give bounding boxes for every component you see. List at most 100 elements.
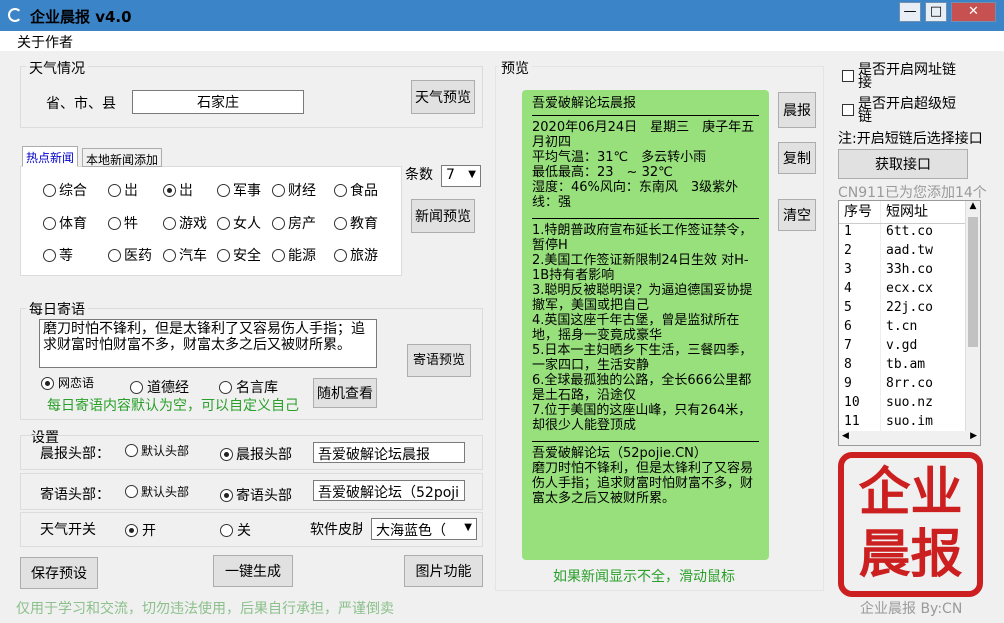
news-category-label: 岀 xyxy=(124,183,138,199)
news-category-label: 牪 xyxy=(124,216,138,232)
news-category-option[interactable]: 教育 xyxy=(334,213,378,233)
quote-header-custom-radio[interactable]: 寄语头部 xyxy=(220,485,292,505)
radio-icon xyxy=(108,183,121,197)
tab-local-news[interactable]: 本地新闻添加 xyxy=(82,148,163,167)
short-link-note: 注:开启短链后选择接口 xyxy=(838,131,983,147)
stamp-logo: 企业 晨报 xyxy=(838,452,983,597)
news-category-label: 食品 xyxy=(350,183,378,199)
random-view-button[interactable]: 随机查看 xyxy=(313,378,377,408)
scroll-right-icon[interactable]: ▶ xyxy=(970,431,977,445)
preview-news-line: 2.美国工作签证新限制24日生效 对H-1B持有者影响 xyxy=(532,253,749,283)
table-scrollbar[interactable]: ▲ xyxy=(965,201,980,445)
title-bar xyxy=(0,0,1004,31)
radio-icon xyxy=(43,216,56,230)
news-category-label: 汽车 xyxy=(179,248,207,264)
table-row[interactable]: 8 tb.am xyxy=(839,357,980,376)
table-row[interactable]: 2 aad.tw xyxy=(839,243,980,262)
news-category-option[interactable]: 牪 xyxy=(108,213,138,233)
news-category-option[interactable]: 食品 xyxy=(334,180,378,200)
row-index: 9 xyxy=(839,376,881,395)
quote-header-input[interactable]: 吾爱破解论坛（52poji xyxy=(313,480,465,501)
quote-textarea[interactable]: 磨刀时怕不锋利，但是太锋利了又容易伤人手指；追求财富时怕财富不多，财富太多之后又… xyxy=(39,319,377,368)
scroll-thumb[interactable] xyxy=(968,217,978,347)
table-row[interactable]: 3 33h.co xyxy=(839,262,980,281)
generate-button[interactable]: 一键生成 xyxy=(213,555,293,587)
checkbox-icon xyxy=(842,104,854,116)
table-row[interactable]: 10 suo.nz xyxy=(839,395,980,414)
short-link-table[interactable]: 序号 短网址 1 6tt.co 2 aad.tw 3 33h.co 4 ecx.cx 5 22j.… xyxy=(838,200,981,446)
table-row[interactable]: 5 22j.co xyxy=(839,300,980,319)
weather-group-title: 天气情况 xyxy=(26,58,88,78)
news-category-option[interactable]: 能源 xyxy=(272,245,316,265)
chevron-down-icon: ▼ xyxy=(468,169,476,180)
news-category-option[interactable]: 房产 xyxy=(272,213,316,233)
news-category-option[interactable]: 女人 xyxy=(217,213,261,233)
skin-select[interactable]: 大海蓝色（ ▼ xyxy=(371,518,477,540)
quote-option-1[interactable]: 道德经 xyxy=(130,377,189,397)
news-category-option[interactable]: 岀 xyxy=(108,180,138,200)
news-preview-button[interactable]: 新闻预览 xyxy=(411,199,475,233)
table-hscrollbar[interactable]: ◀ ▶ xyxy=(838,431,981,446)
weather-preview-button[interactable]: 天气预览 xyxy=(411,80,475,114)
radio-icon xyxy=(334,248,347,262)
scroll-up-icon[interactable]: ▲ xyxy=(966,201,980,215)
radio-icon xyxy=(220,447,233,461)
table-header: 序号 短网址 xyxy=(839,201,980,224)
header-input[interactable]: 吾爱破解论坛晨报 xyxy=(313,442,465,463)
news-category-option[interactable]: 财经 xyxy=(272,180,316,200)
disclaimer-text: 仅用于学习和交流，切勿违法使用，后果自行承担，严谨倒卖 xyxy=(16,601,394,617)
region-label: 省、市、县 xyxy=(46,96,116,112)
maximize-button[interactable]: □ xyxy=(925,2,947,22)
news-category-option[interactable]: 䓁 xyxy=(43,245,73,265)
table-row[interactable]: 4 ecx.cx xyxy=(839,281,980,300)
radio-icon xyxy=(217,248,230,262)
header-default-radio[interactable]: 默认头部 xyxy=(125,444,189,457)
preview-panel[interactable]: 吾爱破解论坛晨报 2020年06月24日 星期三 庚子年五月初四 平均气温：31℃… xyxy=(522,90,769,560)
morning-report-button[interactable]: 晨报 xyxy=(778,92,816,128)
menu-about[interactable]: 关于作者 xyxy=(17,32,73,52)
weather-off-radio[interactable]: 关 xyxy=(220,520,251,540)
window-title: 企业晨报 v4.0 xyxy=(30,8,132,26)
radio-icon xyxy=(125,444,138,457)
preview-group-title: 预览 xyxy=(498,58,532,78)
header-custom-radio[interactable]: 晨报头部 xyxy=(220,444,292,464)
weather-on-radio[interactable]: 开 xyxy=(125,520,156,540)
minimize-button[interactable]: — xyxy=(899,2,921,22)
close-button[interactable]: ✕ xyxy=(951,2,996,22)
row-index: 6 xyxy=(839,319,881,338)
count-select[interactable]: 7 ▼ xyxy=(441,165,481,187)
region-input[interactable]: 石家庄 xyxy=(132,90,304,114)
table-row[interactable]: 7 v.gd xyxy=(839,338,980,357)
news-category-option[interactable]: 综合 xyxy=(43,180,87,200)
news-category-option[interactable]: 旅游 xyxy=(334,245,378,265)
get-api-button[interactable]: 获取接口 xyxy=(838,149,968,179)
table-row[interactable]: 9 8rr.co xyxy=(839,376,980,395)
quote-option-2[interactable]: 名言库 xyxy=(219,377,278,397)
table-row[interactable]: 1 6tt.co xyxy=(839,224,980,243)
table-row[interactable]: 6 t.cn xyxy=(839,319,980,338)
copy-button[interactable]: 复制 xyxy=(778,142,816,174)
news-category-option[interactable]: 体育 xyxy=(43,213,87,233)
news-category-option[interactable]: 军事 xyxy=(217,180,261,200)
news-category-label: 岀 xyxy=(179,183,193,199)
quote-preview-button[interactable]: 寄语预览 xyxy=(407,344,471,377)
enable-short-link-checkbox[interactable]: 是否开启超级短链 xyxy=(842,97,968,124)
radio-icon xyxy=(334,183,347,197)
news-category-option[interactable]: 岀 xyxy=(163,180,193,200)
preview-news-line: 3.聪明反被聪明误？为逼迫德国妥协提撤军，美国或把自己 xyxy=(532,283,753,313)
quote-hint: 每日寄语内容默认为空，可以自定义自己 xyxy=(47,398,299,414)
tab-hot-news[interactable]: 热点新闻 xyxy=(22,146,79,167)
news-category-option[interactable]: 安全 xyxy=(217,245,261,265)
news-category-label: 䓁 xyxy=(59,248,73,264)
quote-header-default-radio[interactable]: 默认头部 xyxy=(125,485,189,498)
divider xyxy=(532,218,759,219)
image-function-button[interactable]: 图片功能 xyxy=(404,555,483,587)
enable-url-link-checkbox[interactable]: 是否开启网址链接 xyxy=(842,63,968,90)
scroll-left-icon[interactable]: ◀ xyxy=(842,431,849,445)
news-category-option[interactable]: 医药 xyxy=(108,245,152,265)
save-preset-button[interactable]: 保存预设 xyxy=(20,557,98,589)
clear-button[interactable]: 清空 xyxy=(778,199,816,231)
news-category-option[interactable]: 汽车 xyxy=(163,245,207,265)
quote-option-0[interactable]: 网恋语 xyxy=(41,377,94,390)
news-category-option[interactable]: 游戏 xyxy=(163,213,207,233)
